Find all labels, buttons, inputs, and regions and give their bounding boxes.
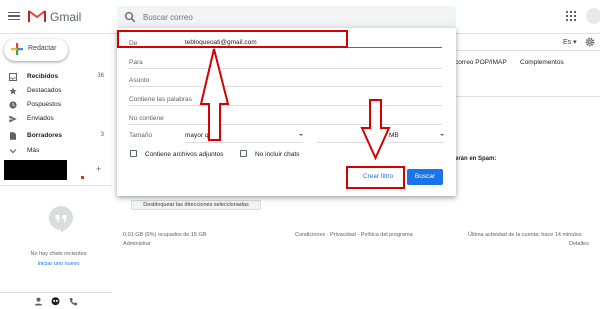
language-value: Es — [563, 39, 572, 46]
to-field[interactable]: Para — [129, 59, 143, 66]
size-operator-underline — [185, 142, 303, 143]
menu-bar — [8, 12, 20, 14]
has-words-field-underline — [129, 105, 442, 106]
size-operator-select[interactable]: mayor que — [185, 132, 303, 139]
drafts-count: 3 — [100, 132, 104, 138]
menu-bar — [8, 15, 20, 17]
inbox-icon — [9, 73, 17, 81]
hangouts-icon — [49, 206, 73, 233]
language-select[interactable]: Es ▾ — [563, 38, 577, 46]
hangouts-chat-icon[interactable] — [51, 297, 60, 306]
no-chats-checkbox[interactable] — [240, 150, 247, 157]
has-attachment-checkbox[interactable] — [130, 150, 137, 157]
apps-grid-icon[interactable] — [566, 11, 576, 21]
size-unit-select[interactable]: MB — [389, 132, 444, 139]
sidebar-item-label: Destacados — [27, 87, 62, 94]
sidebar-divider — [0, 185, 112, 186]
clock-icon — [9, 101, 17, 109]
annotation-box-from — [117, 30, 348, 48]
search-options-dialog: De tebloqueoati@gmail.com Para Asunto Co… — [117, 28, 456, 196]
sidebar-item-starred[interactable]: Destacados — [0, 84, 112, 98]
sidebar-item-sent[interactable]: Enviados — [0, 112, 112, 126]
compose-button[interactable]: Redactar — [4, 39, 68, 61]
sidebar-item-label: Pospuestos — [27, 101, 61, 108]
sidebar-item-more[interactable]: Más — [0, 144, 112, 158]
search-input[interactable] — [143, 10, 443, 24]
phone-icon[interactable] — [69, 297, 78, 306]
draft-icon — [10, 132, 16, 140]
search-bar[interactable] — [117, 6, 456, 28]
size-value-input[interactable] — [317, 142, 377, 143]
spam-heading: erán en Spam: — [455, 156, 497, 162]
last-activity-text: Última actividad de la cuenta: hace 14 m… — [468, 232, 582, 238]
sidebar-item-label: Enviados — [27, 115, 54, 122]
gmail-logo-icon[interactable] — [28, 9, 46, 23]
star-icon — [9, 87, 17, 95]
tab-addons[interactable]: Complementos — [520, 59, 564, 66]
redacted-username — [4, 160, 67, 180]
doesnt-have-field[interactable]: No contiene — [129, 115, 164, 122]
manage-storage-link[interactable]: Administrar — [123, 241, 151, 247]
chevron-down-icon — [9, 149, 17, 154]
to-field-underline — [129, 68, 442, 69]
doesnt-have-field-underline — [129, 124, 442, 125]
dropdown-caret-icon — [299, 134, 303, 136]
size-unit-value: MB — [389, 132, 399, 139]
sidebar-item-inbox[interactable]: Recibidos 36 — [0, 70, 112, 84]
tab-pop-imap[interactable]: correo POP/IMAP — [455, 59, 507, 66]
status-dot — [81, 176, 84, 179]
dropdown-caret-icon — [440, 134, 444, 136]
footer-links[interactable]: Condiciones · Privacidad · Política del … — [295, 232, 413, 238]
has-words-field[interactable]: Contiene las palabras — [129, 96, 192, 103]
search-button[interactable]: Buscar — [407, 169, 443, 185]
annotation-box-create-filter — [346, 166, 405, 189]
chat-bottom-bar — [0, 292, 112, 309]
gear-icon[interactable] — [585, 37, 595, 47]
has-attachment-label: Contiene archivos adjuntos — [145, 151, 224, 158]
start-chat-link[interactable]: Iniciar uno nuevo — [0, 261, 117, 267]
size-unit-underline — [389, 142, 444, 143]
send-icon — [9, 115, 17, 123]
sidebar-item-snoozed[interactable]: Pospuestos — [0, 98, 112, 112]
plus-icon — [11, 43, 23, 55]
storage-usage: 0,01 GB (0%) ocupados de 15 GB — [123, 232, 207, 238]
sidebar-item-label: Más — [27, 147, 40, 154]
subject-field[interactable]: Asunto — [129, 77, 149, 84]
compose-label: Redactar — [28, 45, 57, 52]
sidebar-item-drafts[interactable]: Borradores 3 — [0, 129, 112, 143]
main-menu-button[interactable] — [8, 10, 20, 22]
unblock-addresses-button[interactable]: Desbloquear las direcciones seleccionada… — [131, 200, 261, 210]
details-link[interactable]: Detalles — [569, 241, 589, 247]
search-icon[interactable] — [124, 11, 136, 23]
no-chats-label: No incluir chats — [255, 151, 300, 158]
sidebar-item-label: Recibidos — [27, 73, 59, 80]
app-name: Gmail — [50, 10, 82, 24]
account-avatar[interactable] — [586, 8, 600, 24]
person-icon[interactable] — [34, 297, 43, 306]
size-operator-value: mayor que — [185, 132, 216, 139]
sidebar-item-label: Borradores — [27, 132, 63, 139]
size-label: Tamaño — [129, 132, 153, 139]
inbox-count: 36 — [97, 73, 104, 79]
add-chat-button[interactable]: + — [96, 164, 101, 174]
no-chats-message: No hay chats recientes — [30, 251, 87, 257]
subject-field-underline — [129, 86, 442, 87]
menu-bar — [8, 18, 20, 21]
